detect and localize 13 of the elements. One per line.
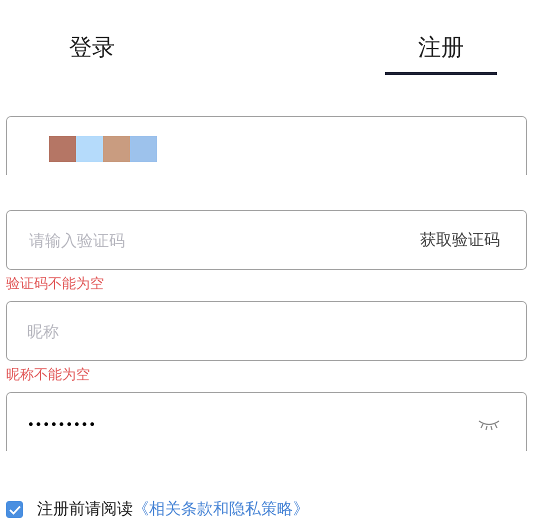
password-field[interactable]: ••••••••• [6,392,527,451]
get-code-button[interactable]: 获取验证码 [420,230,500,250]
error-message: 验证码不能为空 [6,275,105,293]
error-message: 昵称不能为空 [6,366,91,384]
agreement-text: 注册前请阅读 [37,499,133,520]
tab[interactable]: 注册 [385,32,497,75]
phone-field[interactable] [6,116,527,175]
agreement-checkbox[interactable] [6,501,23,518]
terms-link[interactable]: 《相关条款和隐私策略》 [133,499,309,520]
nickname-field[interactable]: 昵称 [6,301,527,361]
closed-eye-icon[interactable] [478,419,500,431]
tab[interactable]: 登录 [36,32,148,75]
code-field[interactable]: 请输入验证码 获取验证码 [6,210,527,270]
